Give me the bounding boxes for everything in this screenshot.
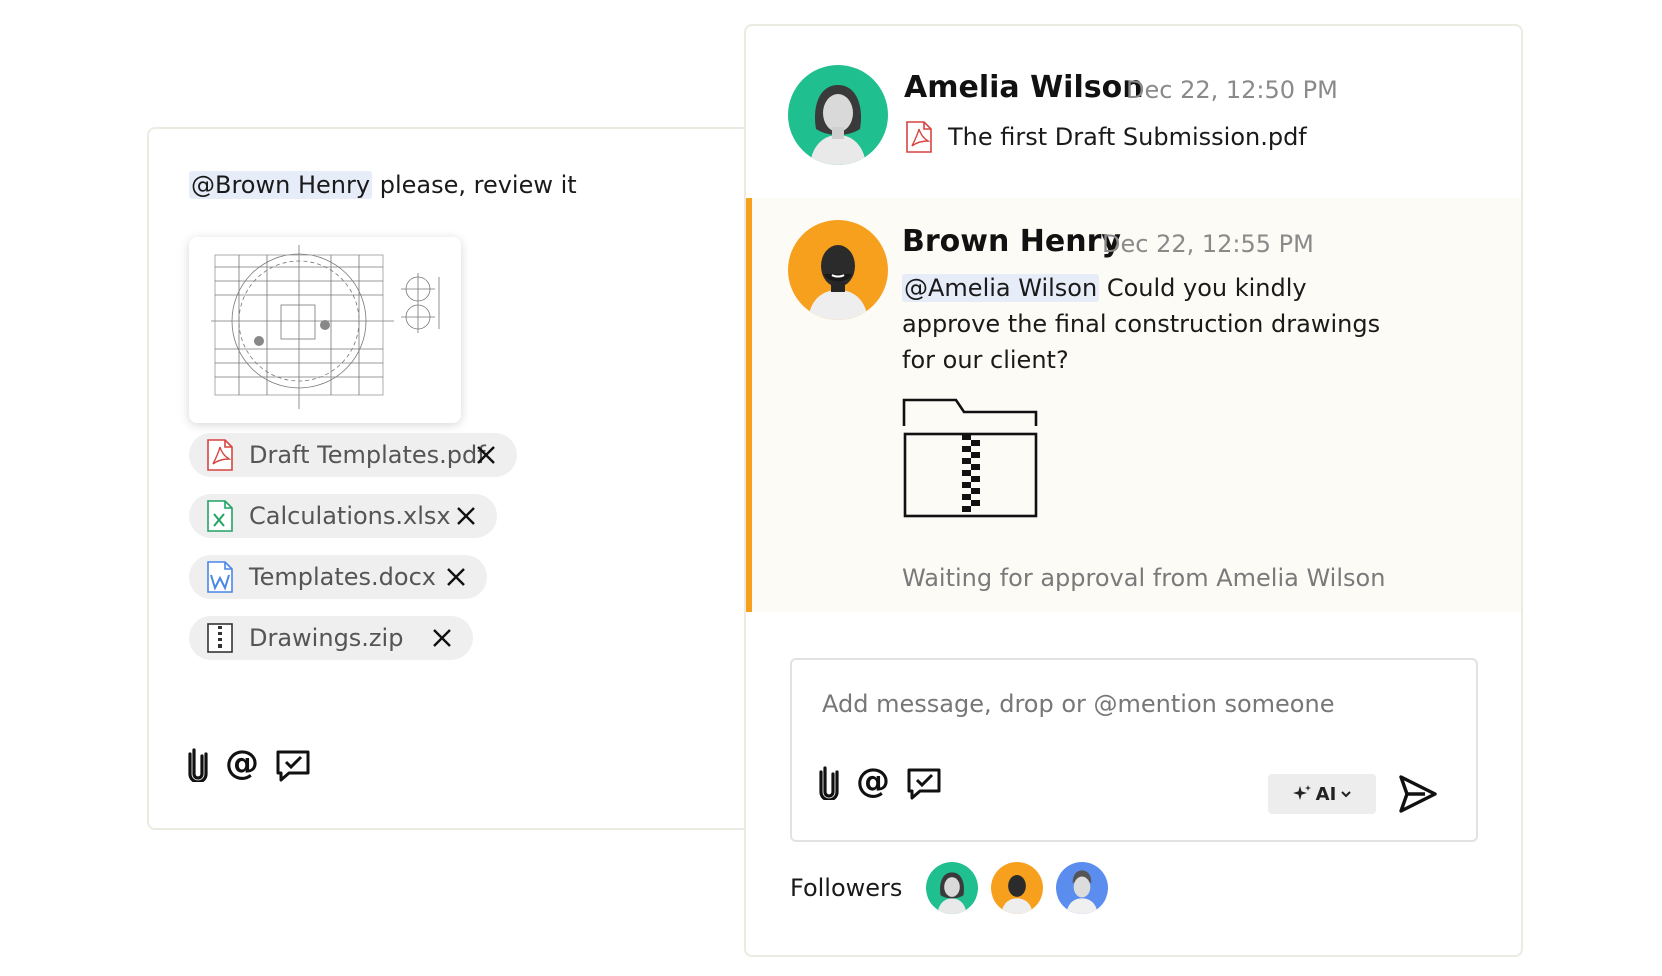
- at-mention-icon[interactable]: @: [856, 763, 890, 799]
- paperclip-icon[interactable]: [179, 746, 215, 782]
- reply-input-box[interactable]: Add message, drop or @mention someone @ …: [790, 658, 1478, 842]
- remove-attachment-icon[interactable]: [455, 505, 477, 527]
- ai-assist-button[interactable]: AI: [1268, 774, 1376, 814]
- attachment-name: Drawings.zip: [249, 624, 404, 652]
- author-name: Brown Henry: [902, 224, 1121, 259]
- send-icon[interactable]: [1396, 772, 1440, 816]
- remove-attachment-icon[interactable]: [431, 627, 453, 649]
- drawing-preview-thumbnail[interactable]: [189, 237, 461, 423]
- remove-attachment-icon[interactable]: [475, 444, 497, 466]
- attachment-chip[interactable]: Draft Templates.pdf: [189, 433, 517, 477]
- comment-thread-card: Amelia Wilson Dec 22, 12:50 PM The first…: [744, 24, 1523, 957]
- sparkle-icon: [1292, 785, 1311, 800]
- attachment-name: Templates.docx: [249, 563, 436, 591]
- attachment-name: Draft Templates.pdf: [249, 441, 486, 469]
- attachment-name: Calculations.xlsx: [249, 502, 451, 530]
- construction-drawing-image: [211, 245, 440, 409]
- author-name: Amelia Wilson: [904, 70, 1144, 105]
- follower-avatar[interactable]: [991, 862, 1043, 914]
- mention-tag[interactable]: @Brown Henry: [189, 171, 373, 199]
- attachment-chip[interactable]: Templates.docx: [189, 555, 487, 599]
- at-mention-icon[interactable]: @: [225, 745, 259, 781]
- message-timestamp: Dec 22, 12:55 PM: [1102, 230, 1314, 258]
- message-timestamp: Dec 22, 12:50 PM: [1126, 76, 1338, 104]
- attachment-name: The first Draft Submission.pdf: [948, 123, 1307, 151]
- pdf-file-icon: [906, 121, 932, 153]
- approval-request-icon[interactable]: [275, 748, 311, 784]
- attachment-chip[interactable]: Calculations.xlsx: [189, 494, 497, 538]
- message-attachment-link[interactable]: The first Draft Submission.pdf: [904, 121, 1307, 153]
- word-file-icon: [207, 561, 233, 593]
- ai-label: AI: [1315, 783, 1337, 805]
- reply-message: @Amelia Wilson Could you kindly approve …: [902, 270, 1382, 378]
- message-composer-card: @Brown Henry please, review it Draft Tem…: [147, 127, 787, 830]
- attachment-chip[interactable]: Drawings.zip: [189, 616, 473, 660]
- person-avatar-image: [1066, 870, 1098, 914]
- person-avatar-image: [1001, 875, 1033, 914]
- message-text: please, review it: [379, 171, 577, 199]
- approval-request-icon[interactable]: [906, 766, 942, 802]
- paperclip-icon[interactable]: [810, 764, 846, 800]
- pdf-file-icon: [207, 439, 233, 471]
- followers-label: Followers: [790, 874, 903, 902]
- zip-file-icon: [207, 623, 233, 653]
- follower-avatar[interactable]: [1056, 862, 1108, 914]
- person-avatar-image: [808, 245, 868, 320]
- composer-message[interactable]: @Brown Henry please, review it: [189, 171, 577, 199]
- chevron-down-icon: [1341, 791, 1352, 798]
- avatar-amelia-wilson: [788, 65, 888, 165]
- zip-folder-icon[interactable]: [902, 396, 1040, 520]
- mention-tag[interactable]: @Amelia Wilson: [902, 274, 1100, 302]
- person-avatar-image: [937, 872, 967, 914]
- excel-file-icon: [207, 500, 233, 532]
- highlighted-reply: Brown Henry Dec 22, 12:55 PM @Amelia Wil…: [746, 198, 1521, 612]
- approval-status: Waiting for approval from Amelia Wilson: [902, 564, 1386, 592]
- follower-avatar[interactable]: [926, 862, 978, 914]
- remove-attachment-icon[interactable]: [445, 566, 467, 588]
- person-avatar-image: [810, 85, 866, 165]
- avatar-brown-henry: [788, 220, 888, 320]
- message-input-placeholder[interactable]: Add message, drop or @mention someone: [822, 690, 1334, 718]
